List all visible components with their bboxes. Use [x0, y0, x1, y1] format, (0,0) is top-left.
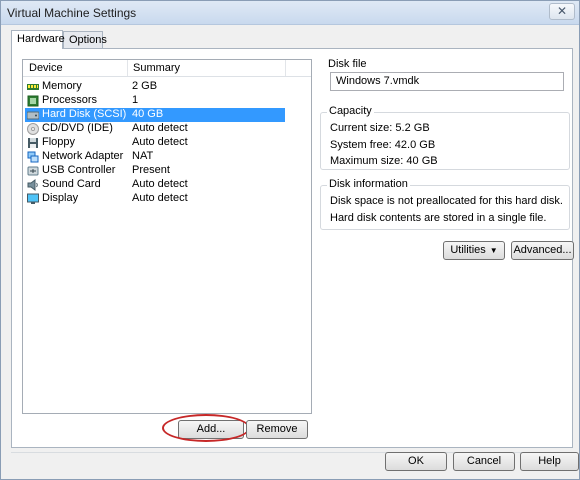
- chevron-down-icon: ▼: [489, 246, 498, 255]
- capacity-label: Capacity: [327, 105, 374, 117]
- device-summary: Auto detect: [132, 178, 188, 190]
- disk-information-label: Disk information: [327, 178, 410, 190]
- utilities-dropdown-button[interactable]: Utilities ▼: [443, 241, 505, 260]
- remove-hardware-button[interactable]: Remove: [246, 420, 308, 439]
- column-header-summary[interactable]: Summary: [133, 62, 180, 74]
- column-header-device[interactable]: Device: [29, 62, 63, 74]
- window-title: Virtual Machine Settings: [7, 6, 137, 20]
- cancel-button[interactable]: Cancel: [453, 452, 515, 471]
- device-summary: Auto detect: [132, 122, 188, 134]
- device-row-display[interactable]: Display Auto detect: [25, 192, 285, 206]
- device-row-processors[interactable]: Processors 1: [25, 94, 285, 108]
- device-row-memory[interactable]: Memory 2 GB: [25, 80, 285, 94]
- cd-dvd-icon: [27, 123, 39, 135]
- help-button[interactable]: Help: [520, 452, 579, 471]
- device-list-header: Device Summary: [23, 60, 311, 77]
- device-name: Display: [42, 192, 79, 204]
- device-row-floppy[interactable]: Floppy Auto detect: [25, 136, 285, 150]
- device-row-hard-disk[interactable]: Hard Disk (SCSI) 40 GB: [25, 108, 285, 122]
- device-row-cd-dvd[interactable]: CD/DVD (IDE) Auto detect: [25, 122, 285, 136]
- device-row-sound-card[interactable]: Sound Card Auto detect: [25, 178, 285, 192]
- display-icon: [27, 193, 39, 204]
- device-row-usb-controller[interactable]: USB Controller Present: [25, 164, 285, 178]
- device-name: Sound Card: [42, 178, 101, 190]
- system-free-text: System free: 42.0 GB: [330, 139, 436, 151]
- advanced-button[interactable]: Advanced...: [511, 241, 574, 260]
- tab-options[interactable]: Options: [63, 31, 107, 48]
- sound-card-icon: [27, 179, 38, 191]
- device-name: CD/DVD (IDE): [42, 122, 113, 134]
- disk-file-group: Disk file Windows 7.vmdk: [320, 58, 570, 98]
- device-summary: 40 GB: [132, 108, 164, 120]
- disk-file-field[interactable]: Windows 7.vmdk: [330, 72, 564, 91]
- close-icon[interactable]: ✕: [549, 3, 575, 20]
- device-name: Hard Disk (SCSI): [42, 108, 127, 120]
- device-name: USB Controller: [42, 164, 116, 176]
- device-summary: Present: [132, 164, 170, 176]
- disk-information-group: Disk information Disk space is not preal…: [320, 178, 570, 230]
- device-summary: Auto detect: [132, 136, 188, 148]
- processor-icon: [27, 95, 39, 107]
- highlight-annotation: [162, 414, 250, 442]
- floppy-icon: [28, 138, 38, 148]
- current-size-text: Current size: 5.2 GB: [330, 122, 430, 134]
- disk-file-label: Disk file: [328, 58, 367, 70]
- device-summary: Auto detect: [132, 192, 188, 204]
- vm-settings-dialog: Virtual Machine Settings ✕ Hardware Opti…: [0, 0, 580, 480]
- memory-icon: [27, 84, 39, 90]
- hard-disk-icon: [27, 111, 39, 120]
- disk-info-line-1: Disk space is not preallocated for this …: [330, 195, 563, 207]
- device-summary: 2 GB: [132, 80, 158, 92]
- usb-controller-icon: [27, 166, 39, 176]
- utilities-label: Utilities: [450, 244, 486, 256]
- device-list[interactable]: Device Summary Memory 2 GB Processors 1 …: [22, 59, 312, 414]
- device-name: Memory: [42, 80, 82, 92]
- network-adapter-icon: [27, 151, 39, 163]
- device-name: Floppy: [42, 136, 76, 148]
- capacity-group: Capacity Current size: 5.2 GB System fre…: [320, 105, 570, 170]
- device-name: Processors: [42, 94, 98, 106]
- tab-hardware[interactable]: Hardware: [11, 30, 65, 49]
- disk-info-line-2: Hard disk contents are stored in a singl…: [330, 212, 547, 224]
- title-bar: Virtual Machine Settings ✕: [1, 1, 579, 25]
- device-summary: 1: [132, 94, 139, 106]
- hardware-panel: Device Summary Memory 2 GB Processors 1 …: [11, 48, 574, 448]
- device-name: Network Adapter: [42, 150, 124, 162]
- ok-button[interactable]: OK: [385, 452, 447, 471]
- device-row-network-adapter[interactable]: Network Adapter NAT: [25, 150, 285, 164]
- maximum-size-text: Maximum size: 40 GB: [330, 155, 438, 167]
- device-summary: NAT: [132, 150, 154, 162]
